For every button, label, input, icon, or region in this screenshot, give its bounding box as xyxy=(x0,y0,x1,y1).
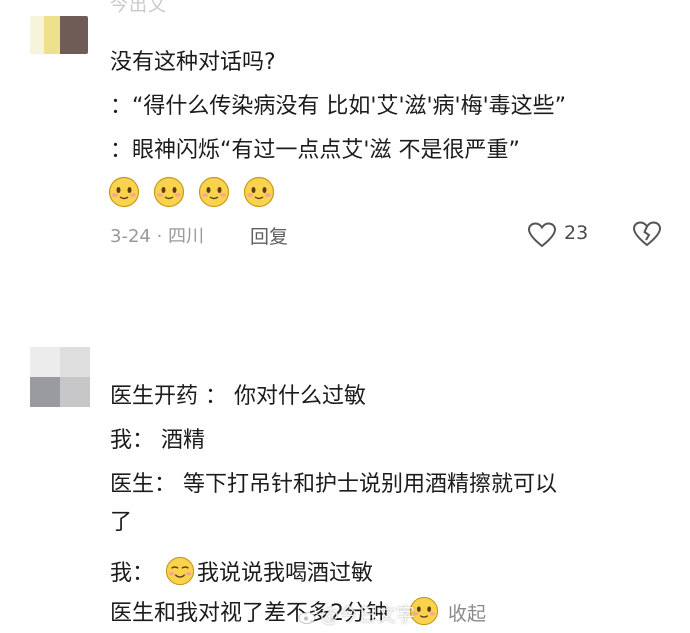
username[interactable]: 今出文 xyxy=(110,0,167,17)
avatar[interactable] xyxy=(30,16,88,54)
watermark-text: @今日文字 xyxy=(320,604,416,626)
broken-heart-icon[interactable] xyxy=(632,221,662,247)
collapse-button[interactable]: 收起 xyxy=(448,603,486,625)
comment-text-line: 医生： 等下打吊针和护士说别用酒精擦就可以 xyxy=(110,472,557,497)
comment-meta: 3-24 · 四川 xyxy=(110,226,205,247)
comment-text-line: 了 xyxy=(110,510,133,535)
comment-text: 我说说我喝酒过敏 xyxy=(197,561,374,586)
reply-button[interactable]: 回复 xyxy=(250,222,288,249)
comment-text-line: ：眼神闪烁“有过一点点艾'滋 不是很严重” xyxy=(110,138,520,163)
sly-smile-icon xyxy=(165,556,195,586)
watermark: @今日文字 xyxy=(298,600,415,627)
comment-1: 今出文 没有这种对话吗? ：“得什么传染病没有 比如'艾'滋'病'梅'毒这些” … xyxy=(0,0,690,300)
smile-icon xyxy=(108,176,140,208)
smile-icon xyxy=(244,176,275,208)
heart-icon xyxy=(528,222,556,248)
comment-text-line: 医生开药 ： 你对什么过敏 xyxy=(110,384,366,409)
comment-text-line: ：“得什么传染病没有 比如'艾'滋'病'梅'毒这些” xyxy=(110,94,567,119)
avatar[interactable] xyxy=(30,347,90,407)
comment-text-line: 没有这种对话吗? xyxy=(110,50,276,75)
like-count: 23 xyxy=(564,222,589,244)
speaker-label: 我： xyxy=(110,561,155,586)
smile-icon xyxy=(153,176,185,208)
comment-text-line: 我： 我说说我喝酒过敏 xyxy=(110,556,373,589)
comment-text-line: 我： 酒精 xyxy=(110,428,205,453)
smile-icon xyxy=(199,176,230,208)
weibo-logo-icon xyxy=(298,608,318,624)
emoji-row xyxy=(108,176,283,210)
